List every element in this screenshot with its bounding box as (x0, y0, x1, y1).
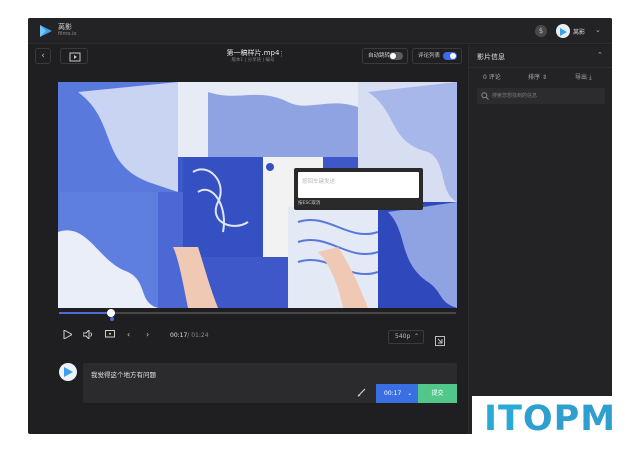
app-window: 莴影 filmo.io $ 莴影 ⌄ ‹ 第一稿样片.mp4 版本1 | 分享链… (28, 18, 612, 434)
brand-domain: filmo.io (58, 31, 77, 37)
top-bar: 莴影 filmo.io $ 莴影 ⌄ (28, 18, 612, 44)
autoplay-toggle[interactable]: 自动跳转 (362, 48, 408, 64)
chevron-up-icon[interactable]: ⌃ (597, 51, 603, 59)
comment-composer[interactable]: 我觉得这个地方有问题 00:17 ⌄ 提交 (83, 363, 457, 403)
volume-icon[interactable] (82, 328, 93, 341)
sort-arrows-icon: ⇕ (541, 74, 547, 81)
current-time: 00:17 (170, 332, 188, 339)
autoplay-toggle-label: 自动跳转 (368, 53, 391, 59)
sort-button[interactable]: 排序 ⇕ (528, 72, 547, 81)
watermark: ITOPM (472, 396, 632, 449)
brush-icon[interactable] (357, 388, 366, 399)
search-input[interactable]: 搜索您想找到的信息 (492, 93, 537, 99)
watermark-text-right: OPM (522, 399, 617, 439)
previous-frame-icon[interactable]: ‹ (127, 330, 130, 339)
more-icon[interactable]: ⋮ (278, 50, 285, 58)
comment-marker[interactable] (110, 317, 114, 321)
brand-logo-icon (40, 25, 52, 37)
progress-fill (59, 312, 111, 314)
user-avatar[interactable] (556, 24, 570, 38)
panel-title: 影片信息 (477, 53, 505, 61)
time-display: 00:17/ 01:24 (170, 332, 209, 339)
quality-value: 540p (395, 333, 411, 340)
video-header: ‹ 第一稿样片.mp4 版本1 | 分享链 | 编号 ⋮ 自动跳转 评论列表 (28, 45, 468, 67)
back-button[interactable]: ‹ (35, 48, 51, 64)
comment-count: 0 评论 (483, 74, 501, 81)
submit-button[interactable]: 提交 (418, 384, 457, 403)
avatar-logo-icon (560, 28, 567, 36)
search-box[interactable]: 搜索您想找到的信息 (477, 88, 605, 104)
commenter-avatar (59, 363, 77, 381)
progress-bar[interactable] (59, 309, 456, 317)
comments-toggle-label: 评论列表 (418, 53, 441, 59)
watermark-text-left: IT (484, 399, 523, 439)
comments-list-toggle[interactable]: 评论列表 (412, 48, 462, 64)
autoplay-switch[interactable] (389, 52, 403, 60)
chevron-down-icon: ⌄ (407, 390, 413, 397)
comments-switch[interactable] (443, 52, 457, 60)
watermark-text: ITOPM (484, 399, 616, 439)
sort-label: 排序 (528, 74, 541, 81)
avatar-logo-icon (64, 367, 73, 377)
chevron-up-icon: ⌃ (413, 333, 419, 340)
play-icon[interactable] (63, 329, 74, 341)
progress-handle[interactable] (106, 309, 115, 317)
download-icon: ⤓ (588, 74, 592, 81)
screen-capture-button[interactable] (60, 48, 88, 64)
quality-select[interactable]: 540p ⌃ (388, 330, 424, 344)
export-label: 导出 (575, 74, 588, 81)
search-icon (481, 92, 489, 100)
panel-divider (469, 67, 612, 68)
help-icon[interactable]: $ (535, 25, 547, 37)
timecode-comment-popup: 按回车键发送 按ESC取消 (294, 168, 423, 210)
popup-comment-input[interactable]: 按回车键发送 (298, 172, 419, 198)
export-button[interactable]: 导出 ⤓ (575, 72, 592, 82)
comment-bubble-icon[interactable] (105, 330, 115, 341)
timecode-button[interactable]: 00:17 ⌄ (376, 384, 418, 403)
info-panel: 影片信息 ⌃ 0 评论 排序 ⇕ 导出 ⤓ 搜索您想找到的信息 (468, 45, 612, 434)
timecode-value: 00:17 (384, 390, 402, 397)
comment-input[interactable]: 我觉得这个地方有问题 (91, 369, 156, 379)
next-frame-icon[interactable]: › (146, 330, 149, 339)
chevron-down-icon[interactable]: ⌄ (595, 26, 601, 34)
duration: / 01:24 (187, 332, 209, 339)
screen-capture-icon (69, 52, 81, 62)
popup-hint: 按ESC取消 (298, 201, 321, 206)
fullscreen-icon[interactable] (435, 331, 445, 350)
user-name[interactable]: 莴影 (573, 27, 585, 36)
